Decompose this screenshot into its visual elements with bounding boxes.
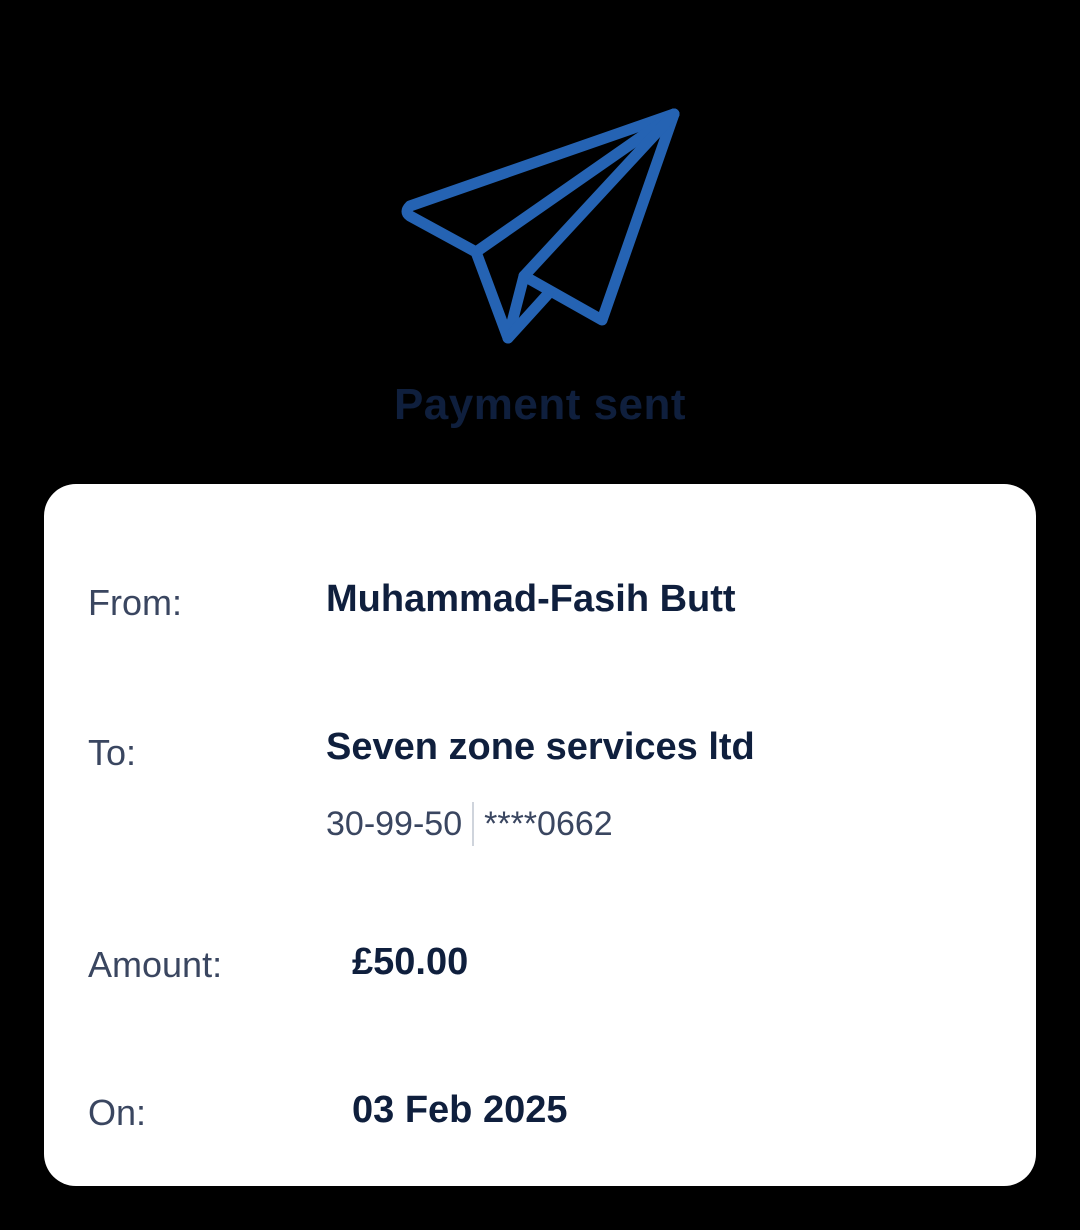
page-title: Payment sent bbox=[393, 380, 687, 429]
paper-plane-icon bbox=[398, 106, 684, 346]
account-number: ****0662 bbox=[484, 804, 613, 843]
from-label: From: bbox=[88, 582, 182, 623]
amount-label: Amount: bbox=[88, 944, 223, 985]
to-value: Seven zone services ltd bbox=[326, 726, 755, 768]
to-label: To: bbox=[88, 732, 137, 773]
payment-details-card: From: Muhammad-Fasih Butt To: Seven zone… bbox=[44, 484, 1036, 1186]
from-value: Muhammad-Fasih Butt bbox=[326, 578, 736, 620]
amount-value: £50.00 bbox=[352, 941, 469, 983]
account-details: 30-99-50 ****0662 bbox=[326, 802, 613, 846]
account-divider bbox=[472, 802, 475, 846]
date-label: On: bbox=[88, 1092, 147, 1133]
date-value: 03 Feb 2025 bbox=[352, 1089, 568, 1131]
sort-code: 30-99-50 bbox=[326, 804, 463, 843]
